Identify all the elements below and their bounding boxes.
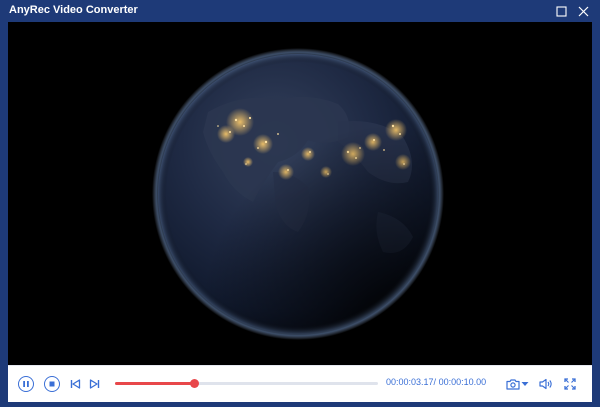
skip-previous-icon	[70, 379, 80, 389]
earth-globe	[152, 48, 444, 340]
skip-next-icon	[89, 379, 99, 389]
fullscreen-button[interactable]	[562, 376, 578, 392]
snapshot-button[interactable]	[505, 376, 521, 392]
progress-handle[interactable]	[189, 379, 199, 388]
video-frame-earth-at-night	[8, 22, 592, 365]
next-button[interactable]	[87, 376, 101, 392]
progress-slider[interactable]	[115, 379, 378, 388]
total-time: 00:00:10.00	[438, 377, 487, 387]
player-window: AnyRec Video Converter 00:00:03.17/ 00:0…	[0, 0, 600, 407]
progress-fill	[115, 382, 194, 385]
window-title: AnyRec Video Converter	[9, 4, 138, 16]
time-display: 00:00:03.17/ 00:00:10.00	[386, 377, 486, 387]
stop-button[interactable]	[44, 376, 60, 392]
fullscreen-icon	[564, 378, 576, 390]
chevron-down-icon	[521, 382, 529, 386]
volume-button[interactable]	[538, 376, 554, 392]
current-time: 00:00:03.17	[386, 377, 434, 387]
close-icon	[578, 6, 588, 16]
pause-button[interactable]	[18, 376, 34, 392]
maximize-button[interactable]	[552, 2, 570, 20]
video-display[interactable]	[8, 22, 592, 365]
previous-button[interactable]	[68, 376, 82, 392]
volume-icon	[539, 378, 552, 390]
pause-icon	[23, 381, 29, 387]
camera-icon	[506, 379, 520, 390]
close-button[interactable]	[574, 2, 592, 20]
stop-icon	[49, 381, 55, 387]
snapshot-menu-button[interactable]	[520, 378, 530, 390]
title-bar: AnyRec Video Converter	[0, 0, 600, 22]
maximize-icon	[555, 5, 567, 17]
playback-controls: 00:00:03.17/ 00:00:10.00	[8, 365, 592, 402]
